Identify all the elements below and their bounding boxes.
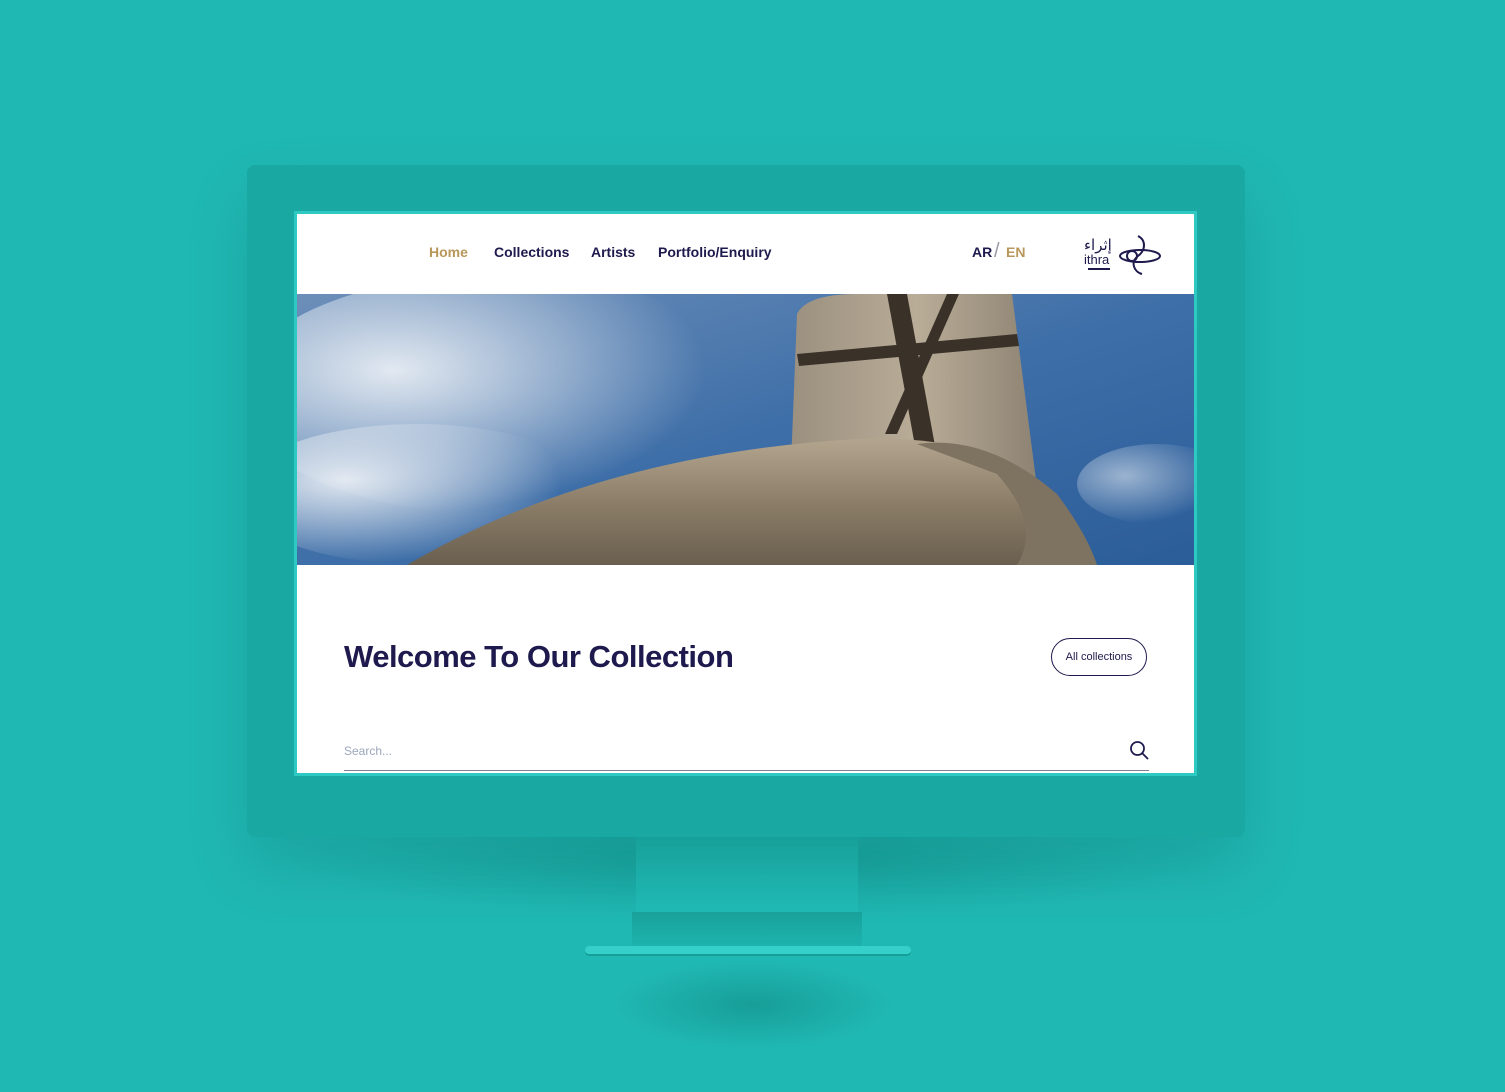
- nav-item-home[interactable]: Home: [429, 244, 468, 260]
- monitor-neck: [636, 837, 858, 915]
- website-screen: Home Collections Artists Portfolio/Enqui…: [294, 211, 1197, 776]
- page-title: Welcome To Our Collection: [344, 639, 734, 674]
- language-ar-link[interactable]: AR: [972, 244, 992, 260]
- nav-item-portfolio-enquiry[interactable]: Portfolio/Enquiry: [658, 244, 772, 260]
- top-navigation: Home Collections Artists Portfolio/Enqui…: [297, 214, 1194, 294]
- search-bar: [344, 734, 1149, 771]
- monitor-neck-foot: [632, 912, 862, 948]
- search-icon[interactable]: [1129, 740, 1149, 760]
- nav-item-artists[interactable]: Artists: [591, 244, 635, 260]
- hero-image: [297, 294, 1194, 565]
- language-en-link[interactable]: EN: [1006, 244, 1025, 260]
- logo-underline: [1088, 268, 1110, 270]
- search-input[interactable]: [344, 740, 1104, 762]
- language-separator: /: [994, 240, 1000, 262]
- ithra-logo-icon: [1119, 235, 1161, 275]
- nav-item-collections[interactable]: Collections: [494, 244, 569, 260]
- all-collections-button[interactable]: All collections: [1051, 638, 1147, 676]
- stand-shadow: [610, 960, 895, 1050]
- monitor-base: [585, 946, 911, 954]
- ithra-logo[interactable]: إثراء ithra: [1082, 230, 1162, 278]
- logo-latin-text: ithra: [1084, 252, 1110, 267]
